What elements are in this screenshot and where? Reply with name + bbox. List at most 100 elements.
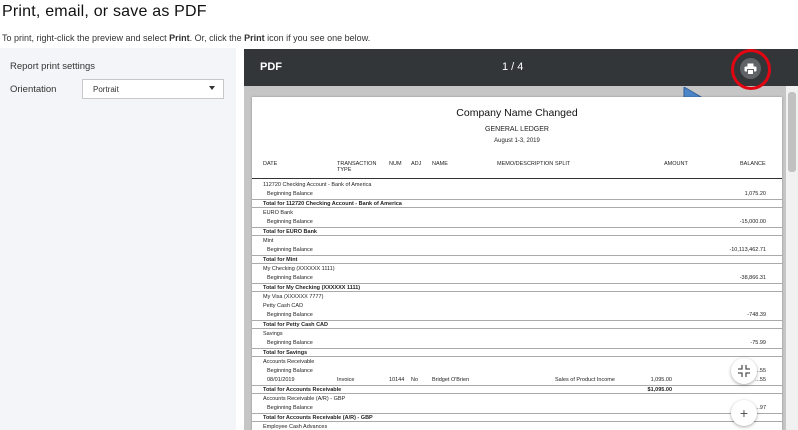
ledger-cell-name: Bridget O'Brien xyxy=(432,377,470,383)
ledger-cell-balance: -10,113,462.71 xyxy=(729,247,766,253)
settings-title: Report print settings xyxy=(10,61,96,72)
ledger-cell-date: Employee Cash Advances xyxy=(263,424,328,430)
ledger-cell-balance: -38,866.31 xyxy=(739,275,766,281)
zoom-in-button[interactable]: + xyxy=(731,400,757,426)
ledger-cell-balance: ...55 xyxy=(755,377,766,383)
column-split: SPLIT xyxy=(555,161,571,167)
ledger-cell-date: EURO Bank xyxy=(263,210,293,216)
ledger-cell-amount: 1,095.00 xyxy=(650,377,672,383)
ledger-row: Accounts Receivable xyxy=(252,358,782,367)
ledger-cell-date: Mint xyxy=(263,238,274,244)
ledger-total-row: Total for Accounts Receivable (A/R) - GB… xyxy=(252,413,782,422)
ledger-row: Beginning Balance -38,866.31 xyxy=(252,274,782,283)
ledger-row: Savings xyxy=(252,330,782,339)
chevron-down-icon xyxy=(209,86,215,90)
instruction-print-bold: Print xyxy=(244,33,265,43)
pdf-toolbar: PDF 1 / 4 xyxy=(244,49,798,86)
ledger-total-row: Total for My Checking (XXXXXX 1111) xyxy=(252,283,782,292)
ledger-cell-date: Total for Savings xyxy=(263,350,308,356)
column-transaction-type: TRANSACTION TYPE xyxy=(337,161,382,173)
ledger-cell-num: 10144 xyxy=(389,377,405,383)
fit-page-button[interactable] xyxy=(731,358,757,384)
ledger-cell-adj: No xyxy=(411,377,419,383)
ledger-row: Petty Cash CAD xyxy=(252,302,782,311)
column-type-line2: TYPE xyxy=(337,167,352,173)
ledger-row: Beginning Balance 1,075.20 xyxy=(252,190,782,199)
ledger-cell-date: Savings xyxy=(263,331,283,337)
ledger-cell-date: Beginning Balance xyxy=(267,340,313,346)
pdf-label: PDF xyxy=(260,61,282,73)
print-highlight-circle xyxy=(731,49,771,90)
ledger-cell-date: Total for 112720 Checking Account - Bank… xyxy=(263,201,402,207)
page-indicator: 1 / 4 xyxy=(502,61,524,73)
ledger-cell-date: Accounts Receivable xyxy=(263,359,315,365)
ledger-row: EURO Bank xyxy=(252,209,782,218)
ledger-cell-date: Beginning Balance xyxy=(267,219,313,225)
ledger-total-row: Total for EURO Bank xyxy=(252,227,782,236)
report-date-range: August 1-3, 2019 xyxy=(494,138,540,144)
instruction-print-bold: Print xyxy=(169,33,190,43)
ledger-total-row: Total for Accounts Receivable $1,095.00 xyxy=(252,385,782,394)
ledger-cell-date: My Checking (XXXXXX 1111) xyxy=(263,266,335,272)
instruction-text: To print, right-click the preview and se… xyxy=(2,33,170,43)
ledger-row: Accounts Receivable (A/R) - GBP xyxy=(252,395,782,404)
ledger-row: Beginning Balance -75.99 xyxy=(252,339,782,348)
ledger-total-row: Total for Savings xyxy=(252,348,782,357)
pdf-viewer: PDF 1 / 4 Company Name Changed GENERAL L… xyxy=(244,49,798,430)
ledger-cell-balance: 1,075.20 xyxy=(744,191,766,197)
ledger-row: Beginning Balance ...97 xyxy=(252,404,782,413)
scrollbar-thumb[interactable] xyxy=(788,92,796,172)
report-name: GENERAL LEDGER xyxy=(485,126,549,133)
zoom-in-icon: + xyxy=(739,405,749,421)
ledger-cell-date: Beginning Balance xyxy=(267,312,313,318)
orientation-value: Portrait xyxy=(93,85,119,94)
column-name: NAME xyxy=(432,161,448,167)
ledger-cell-date: Beginning Balance xyxy=(267,405,313,411)
ledger-cell-date: Total for Mint xyxy=(263,257,298,263)
ledger-cell-date: Beginning Balance xyxy=(267,275,313,281)
ledger-row: Employee Cash Advances xyxy=(252,423,782,430)
ledger-cell-date: Accounts Receivable (A/R) - GBP xyxy=(263,396,346,402)
viewer-scrollbar[interactable] xyxy=(786,86,798,430)
ledger-total-row: Total for Petty Cash CAD xyxy=(252,320,782,329)
ledger-cell-date: Petty Cash CAD xyxy=(263,303,304,309)
ledger-rows: 112720 Checking Account - Bank of Americ… xyxy=(252,181,782,430)
fit-page-icon xyxy=(738,365,750,377)
column-balance: BALANCE xyxy=(740,161,766,167)
report-print-settings-panel: Report print settings Orientation Portra… xyxy=(0,48,236,430)
ledger-cell-date: Total for Accounts Receivable (A/R) - GB… xyxy=(263,415,373,421)
ledger-cell-split: Sales of Product Income xyxy=(555,377,615,383)
ledger-cell-balance: -15,000.00 xyxy=(739,219,766,225)
report-company-name: Company Name Changed xyxy=(456,107,578,119)
ledger-cell-balance: -748.39 xyxy=(747,312,766,318)
instruction-text: . Or, click the xyxy=(189,33,245,43)
ledger-row: Beginning Balance -748.39 xyxy=(252,311,782,320)
instruction-text: icon if you see one below. xyxy=(264,33,371,43)
page-title: Print, email, or save as PDF xyxy=(2,3,207,20)
ledger-row: My Visa (XXXXXX 7777) xyxy=(252,293,782,302)
orientation-label: Orientation xyxy=(10,84,57,95)
ledger-total-row: Total for Mint xyxy=(252,255,782,264)
ledger-cell-date: My Visa (XXXXXX 7777) xyxy=(263,294,324,300)
column-memo: MEMO/DESCRIPTION xyxy=(497,161,554,167)
ledger-row: 112720 Checking Account - Bank of Americ… xyxy=(252,181,782,190)
report-column-headers: DATE TRANSACTION TYPE NUM ADJ NAME MEMO/D… xyxy=(252,161,782,179)
ledger-cell-date: 112720 Checking Account - Bank of Americ… xyxy=(263,182,372,188)
ledger-cell-date: Total for Accounts Receivable xyxy=(263,387,342,393)
ledger-row: 08/01/2019 Invoice 10144 No Bridget O'Brien S… xyxy=(252,376,782,385)
ledger-cell-date: Beginning Balance xyxy=(267,247,313,253)
ledger-cell-date: Total for My Checking (XXXXXX 1111) xyxy=(263,285,361,291)
ledger-cell-type: Invoice xyxy=(337,377,355,383)
pdf-page[interactable]: Company Name Changed GENERAL LEDGER Augu… xyxy=(252,97,782,430)
ledger-cell-amount: $1,095.00 xyxy=(647,387,672,393)
column-adj: ADJ xyxy=(411,161,422,167)
column-date: DATE xyxy=(263,161,278,167)
ledger-cell-date: Beginning Balance xyxy=(267,368,313,374)
print-instruction: To print, right-click the preview and se… xyxy=(2,33,370,43)
ledger-cell-date: Total for Petty Cash CAD xyxy=(263,322,328,328)
orientation-select[interactable]: Portrait xyxy=(82,79,224,99)
ledger-row: Beginning Balance -15,000.00 xyxy=(252,218,782,227)
ledger-cell-date: 08/01/2019 xyxy=(267,377,295,383)
ledger-cell-date: Beginning Balance xyxy=(267,191,313,197)
ledger-cell-balance: -75.99 xyxy=(750,340,766,346)
